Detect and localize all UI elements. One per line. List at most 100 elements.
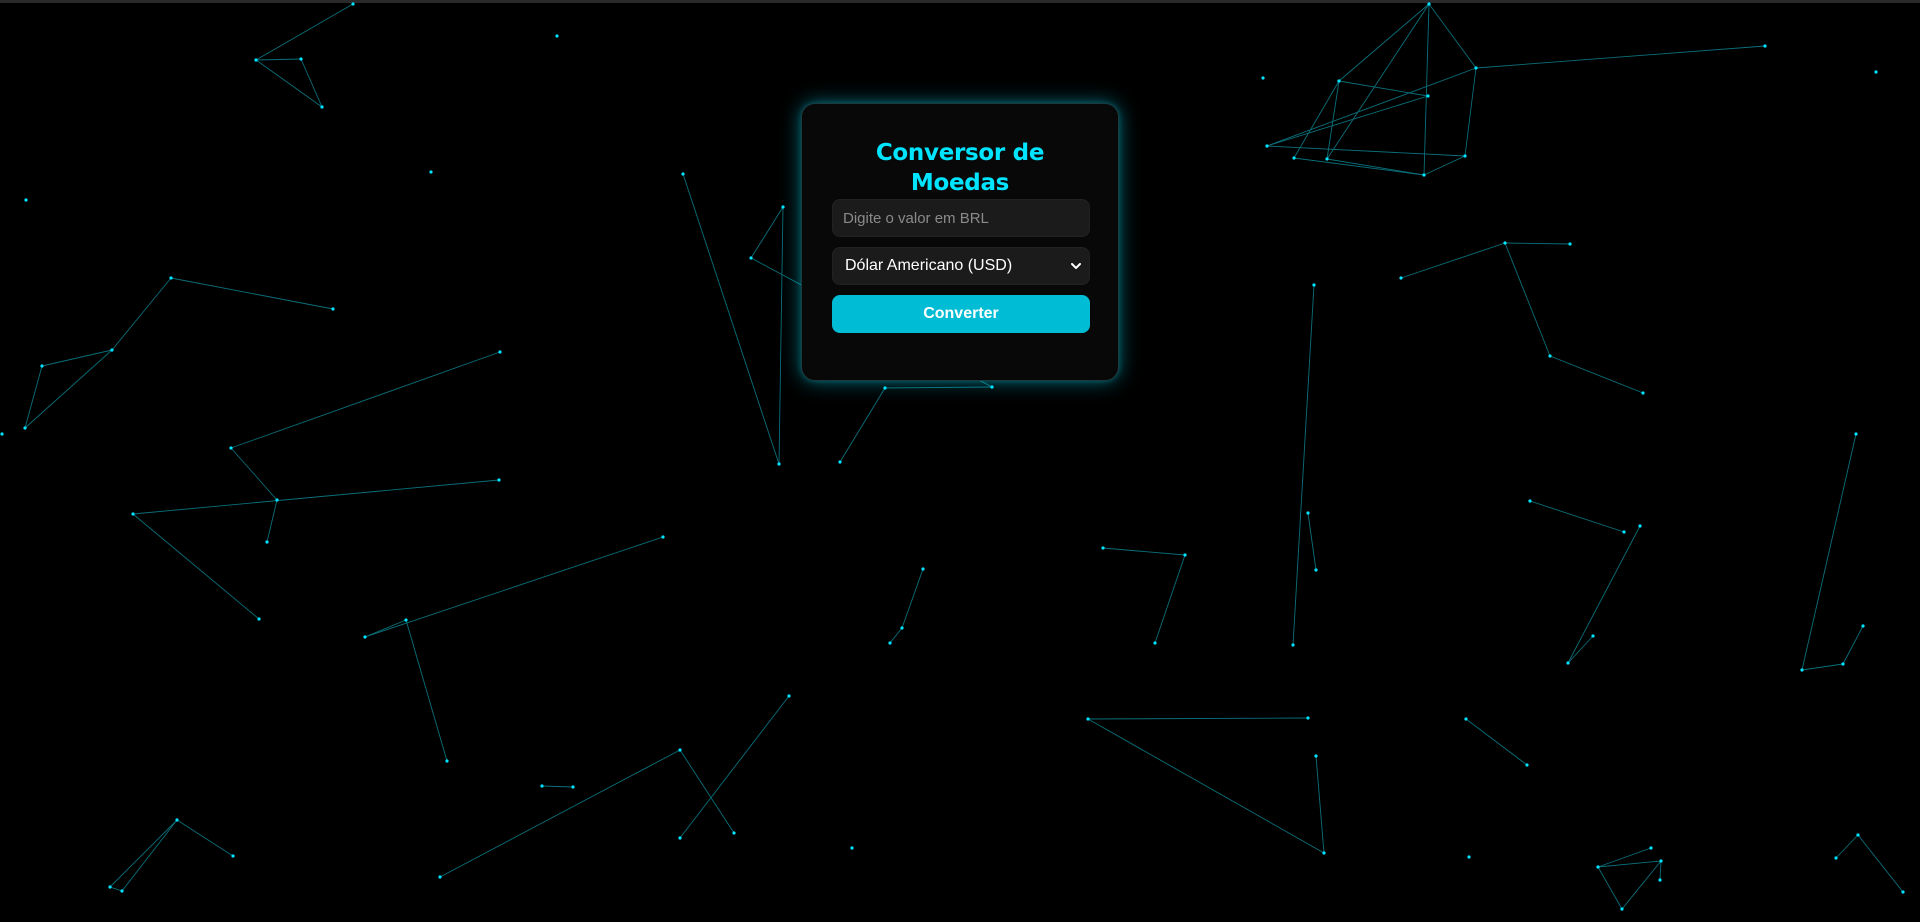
particle-link <box>1597 866 1623 910</box>
particle-dot <box>320 105 324 109</box>
particle-link <box>109 886 123 892</box>
particle-link <box>750 206 784 259</box>
particle-link <box>230 351 501 449</box>
particle-dot <box>1659 859 1663 863</box>
particle-link <box>1087 717 1309 720</box>
particle-dot <box>1306 511 1310 515</box>
particle-dot <box>1874 70 1878 74</box>
currency-select-value: Dólar Americano (USD) <box>845 257 1013 274</box>
particle-dot <box>1591 634 1595 638</box>
particle-link <box>1835 834 1859 859</box>
particle-dot <box>1596 865 1600 869</box>
particle-link <box>901 568 924 629</box>
particle-dot <box>1463 154 1467 158</box>
particle-dot <box>1622 530 1626 534</box>
particle-link <box>255 3 354 61</box>
particle-dot <box>1399 276 1403 280</box>
particle-link <box>1292 284 1315 646</box>
particle-link <box>24 349 113 429</box>
particle-dot <box>850 846 854 850</box>
particle-link <box>364 536 664 638</box>
particle-dot <box>363 635 367 639</box>
particle-dot <box>110 348 114 352</box>
particle-dot <box>883 386 887 390</box>
particle-link <box>132 513 260 620</box>
particle-link <box>1266 95 1429 147</box>
particle-dot <box>438 875 442 879</box>
particle-dot <box>1854 432 1858 436</box>
particle-dot <box>40 364 44 368</box>
particle-dot <box>1322 851 1326 855</box>
particle-dot <box>1337 79 1341 83</box>
particle-link <box>1842 625 1864 665</box>
particle-dot <box>540 784 544 788</box>
particle-link <box>541 785 574 788</box>
particle-dot <box>1325 157 1329 161</box>
particle-dot <box>231 854 235 858</box>
particle-dot <box>1568 242 1572 246</box>
particle-link <box>121 819 178 892</box>
particle-link <box>1801 433 1857 671</box>
particle-link <box>778 206 784 465</box>
particle-dot <box>555 34 559 38</box>
particle-link <box>889 627 903 644</box>
particle-dot <box>331 307 335 311</box>
particle-dot <box>678 836 682 840</box>
particle-dot <box>169 276 173 280</box>
particle-link <box>1293 157 1425 176</box>
particle-link <box>1504 242 1551 357</box>
particle-dot <box>0 432 4 436</box>
particle-dot <box>1861 624 1865 628</box>
particle-dot <box>23 426 27 430</box>
convert-button[interactable]: Converter <box>832 295 1090 333</box>
particle-link <box>1266 145 1466 157</box>
particle-link <box>884 386 993 389</box>
currency-select[interactable]: Dólar Americano (USD) <box>832 247 1090 285</box>
particle-link <box>1087 718 1325 854</box>
particle-link <box>1315 755 1325 854</box>
particle-link <box>176 819 234 857</box>
particle-link <box>255 58 302 61</box>
particle-dot <box>1763 44 1767 48</box>
particle-link <box>24 365 43 429</box>
particle-dot <box>1856 833 1860 837</box>
particle-link <box>1266 67 1477 147</box>
particle-link <box>1529 500 1625 533</box>
particle-dot <box>1658 878 1662 882</box>
particle-link <box>439 749 681 878</box>
particle-link <box>1338 3 1430 82</box>
particle-dot <box>498 350 502 354</box>
particle-dot <box>888 641 892 645</box>
particle-dot <box>787 694 791 698</box>
particle-dot <box>254 58 258 62</box>
particle-link <box>111 277 172 351</box>
particle-link <box>1475 45 1766 69</box>
particle-dot <box>351 2 355 6</box>
particle-dot <box>1183 553 1187 557</box>
particle-dot <box>120 889 124 893</box>
particle-link <box>1857 834 1904 893</box>
particle-link <box>1659 860 1662 881</box>
amount-input[interactable] <box>832 199 1090 237</box>
particle-dot <box>732 831 736 835</box>
converter-card: Conversor de Moedas Dólar Americano (USD… <box>801 103 1119 381</box>
particle-dot <box>681 172 685 176</box>
particle-dot <box>108 885 112 889</box>
particle-dot <box>445 759 449 763</box>
particle-dot <box>497 478 501 482</box>
particle-link <box>1154 554 1186 644</box>
particle-link <box>170 277 334 310</box>
particle-link <box>1326 158 1425 176</box>
page-title: Conversor de Moedas <box>875 140 1045 196</box>
particle-dot <box>429 170 433 174</box>
particle-dot <box>1525 763 1529 767</box>
particle-link <box>679 695 790 839</box>
particle-link <box>1428 3 1477 69</box>
particle-link <box>1400 242 1506 279</box>
particle-dot <box>1649 846 1653 850</box>
particle-link <box>109 819 178 888</box>
particle-link <box>405 619 448 762</box>
particle-dot <box>990 385 994 389</box>
particle-dot <box>229 446 233 450</box>
particle-dot <box>1422 173 1426 177</box>
